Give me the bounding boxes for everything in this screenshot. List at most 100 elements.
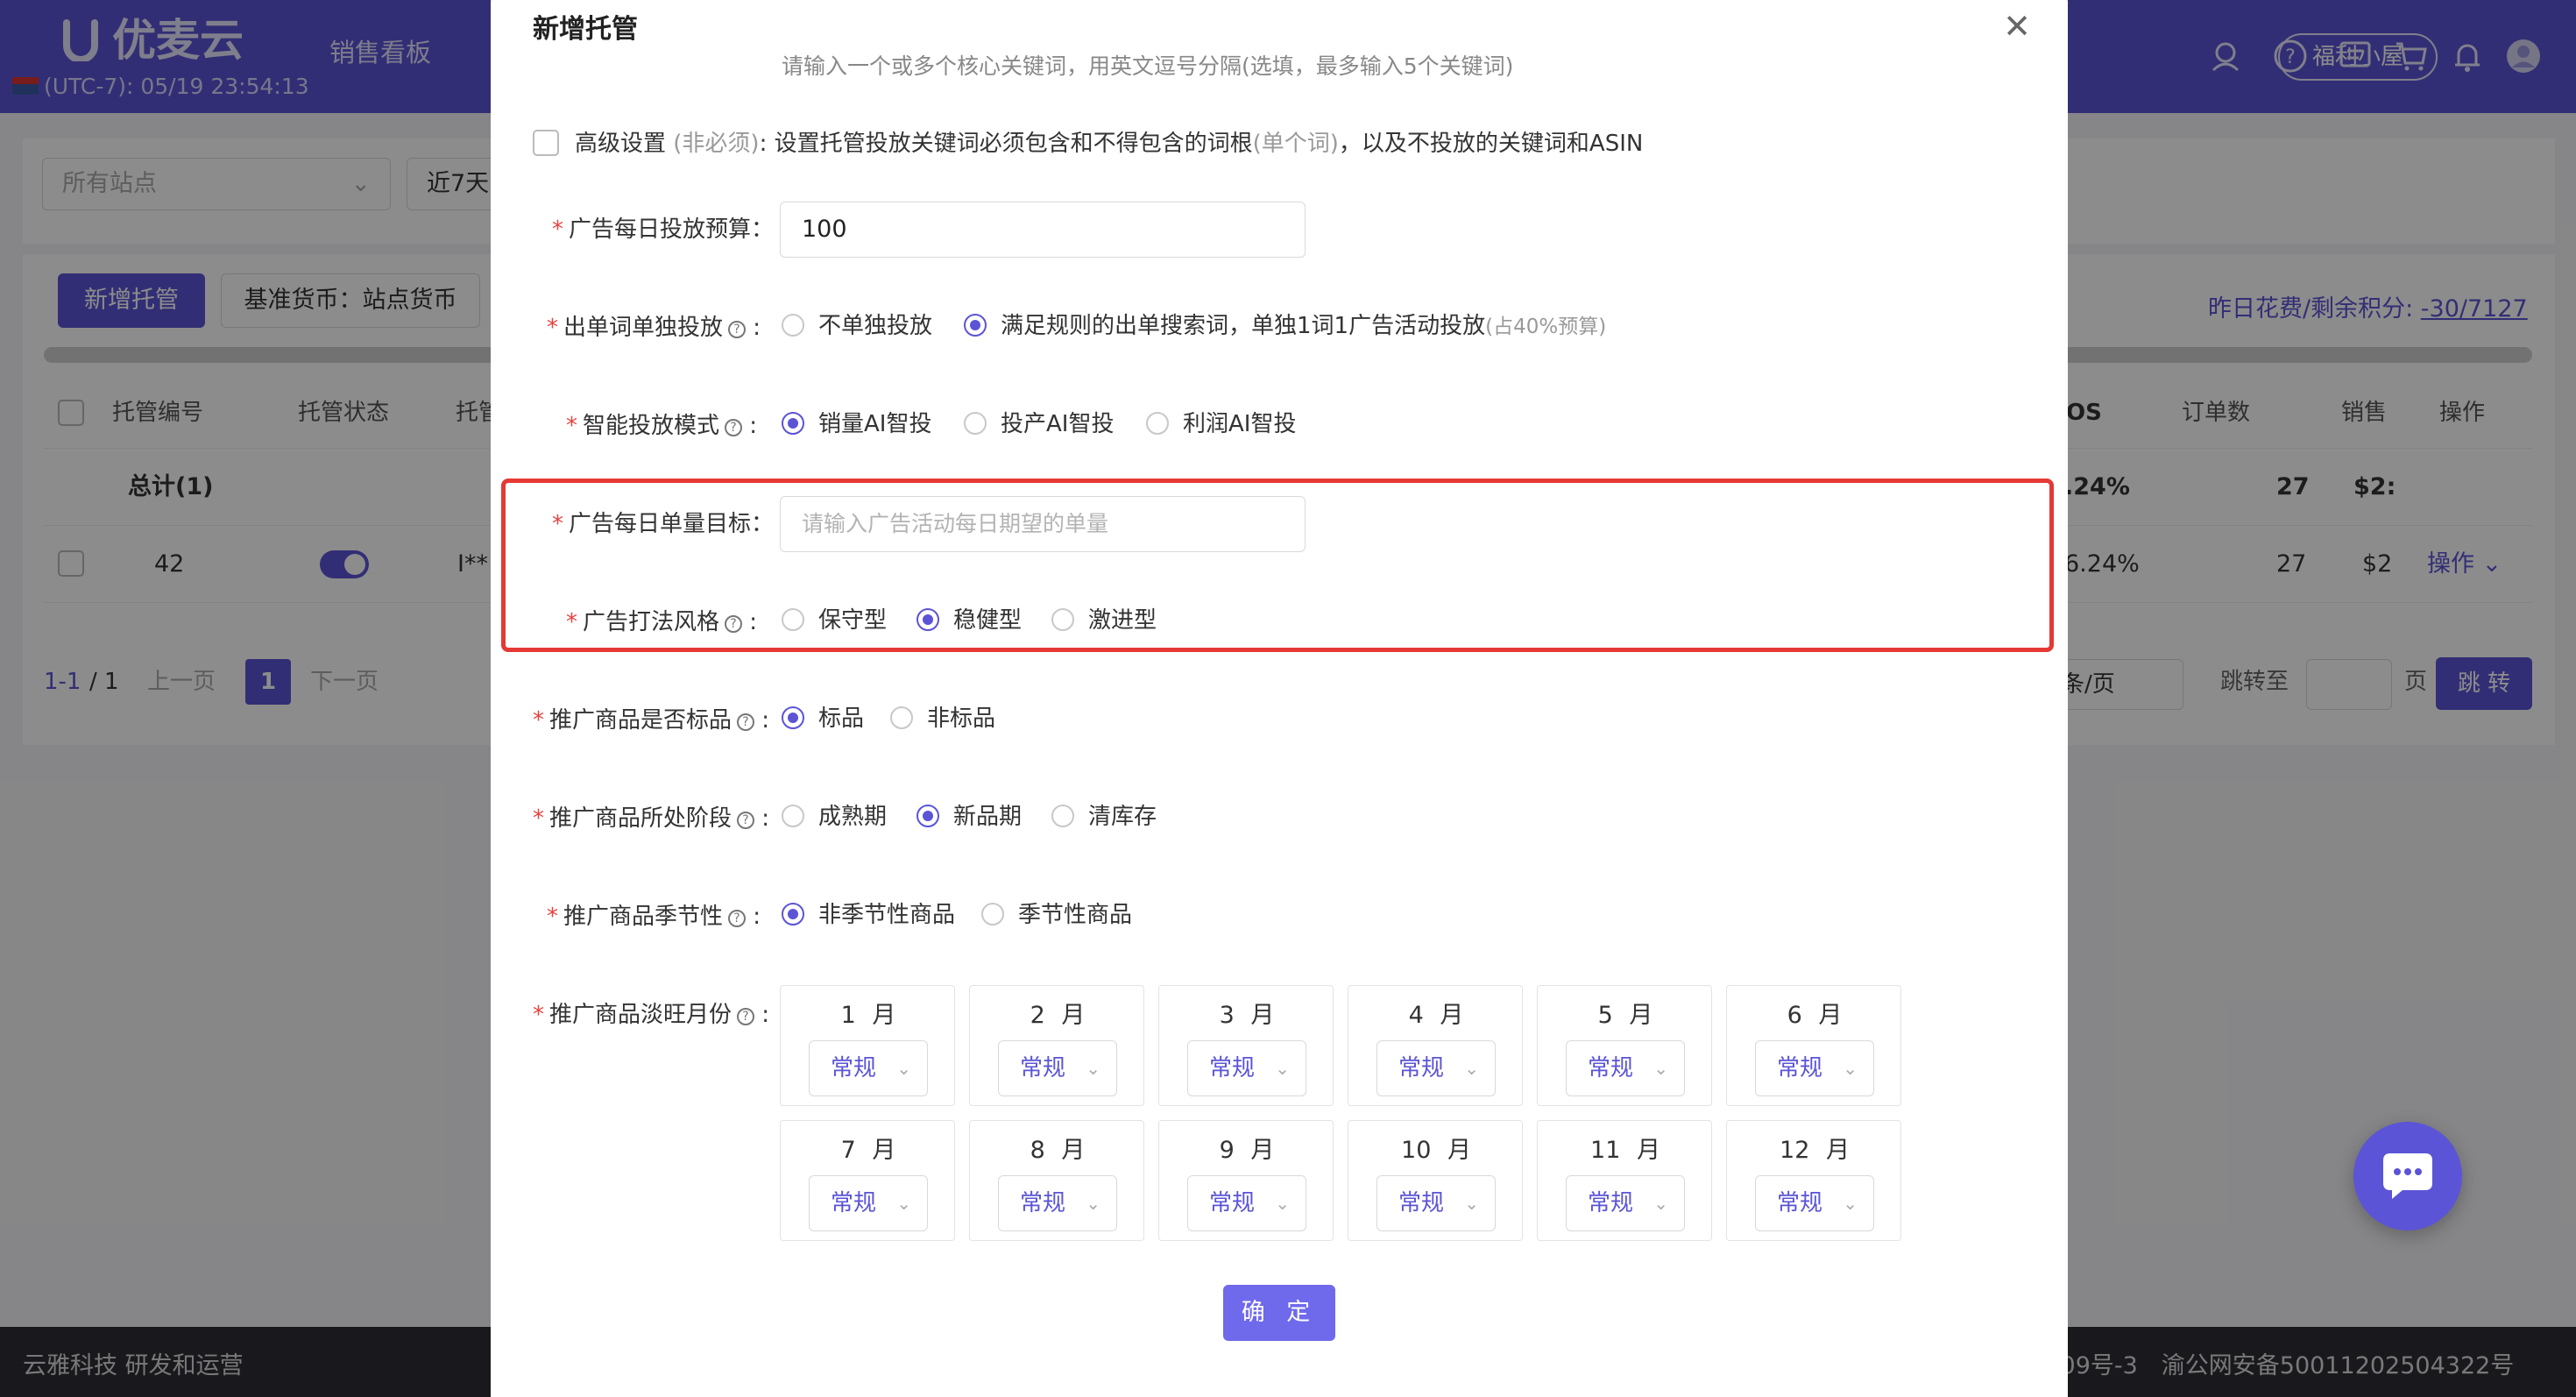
month-select[interactable]: 常规 ⌄ xyxy=(1566,1040,1685,1096)
month-select[interactable]: 常规 ⌄ xyxy=(1376,1175,1496,1231)
help-circle-icon[interactable]: ? xyxy=(737,713,755,731)
advanced-optional: (非必须) xyxy=(673,131,760,157)
ai-mode-radio-1[interactable] xyxy=(964,412,987,435)
single-word-option-1[interactable]: 满足规则的出单搜索词，单独1词1广告活动投放(占40%预算) xyxy=(1001,308,1606,344)
month-select-value: 常规 xyxy=(831,1190,877,1216)
month-label: 4 月 xyxy=(1408,1002,1464,1029)
confirm-button[interactable]: 确 定 xyxy=(1223,1285,1335,1341)
month-select[interactable]: 常规 ⌄ xyxy=(1755,1175,1874,1231)
month-label: 12 月 xyxy=(1780,1137,1850,1164)
chevron-down-icon: ⌄ xyxy=(896,1193,911,1214)
month-cell: 8 月常规 ⌄ xyxy=(969,1120,1144,1241)
add-managed-modal: 新增托管 ✕ 请输入一个或多个核心关键词，用英文逗号分隔(选填，最多输入5个关键… xyxy=(491,0,2068,1397)
seasonality-radio-0[interactable] xyxy=(782,903,804,925)
single-word-label-text: 出单词单独投放 xyxy=(563,315,724,341)
month-select[interactable]: 常规 ⌄ xyxy=(1376,1040,1496,1096)
style-label: * 广告打法风格? : xyxy=(566,609,758,635)
stage-radio-1[interactable] xyxy=(916,805,939,827)
standard-label-text: 推广商品是否标品 xyxy=(549,707,732,734)
help-circle-icon[interactable]: ? xyxy=(737,812,755,829)
style-option-1[interactable]: 稳健型 xyxy=(953,603,1022,638)
chevron-down-icon: ⌄ xyxy=(1086,1058,1100,1079)
month-select[interactable]: 常规 ⌄ xyxy=(998,1040,1117,1096)
close-icon[interactable]: ✕ xyxy=(1998,7,2036,46)
ai-mode-radio-0[interactable] xyxy=(782,412,804,435)
help-circle-icon[interactable]: ? xyxy=(725,615,743,633)
month-select-value: 常规 xyxy=(1209,1055,1256,1081)
seasonality-label-text: 推广商品季节性 xyxy=(563,904,724,930)
ai-mode-label: * 智能投放模式? : xyxy=(566,413,758,439)
seasonality-radio-1[interactable] xyxy=(981,903,1004,925)
advanced-desc-b: (单个词) xyxy=(1252,131,1339,157)
chevron-down-icon: ⌄ xyxy=(1464,1193,1479,1214)
month-cell: 10 月常规 ⌄ xyxy=(1348,1120,1523,1241)
advanced-settings-label[interactable]: 高级设置 (非必须): 设置托管投放关键词必须包含和不得包含的词根(单个词)，以… xyxy=(575,126,1643,161)
style-option-0[interactable]: 保守型 xyxy=(818,603,887,638)
stage-radio-2[interactable] xyxy=(1051,805,1074,827)
month-select-value: 常规 xyxy=(1588,1190,1634,1216)
month-cell: 12 月常规 ⌄ xyxy=(1726,1120,1901,1241)
style-option-2[interactable]: 激进型 xyxy=(1088,603,1157,638)
chevron-down-icon: ⌄ xyxy=(1843,1193,1858,1214)
advanced-settings-checkbox[interactable] xyxy=(533,130,559,156)
daily-orders-label: * 广告每日单量目标： xyxy=(552,511,775,537)
stage-label-text: 推广商品所处阶段 xyxy=(549,805,732,832)
single-word-option-0[interactable]: 不单独投放 xyxy=(818,308,932,344)
standard-option-1[interactable]: 非标品 xyxy=(927,701,995,736)
month-select[interactable]: 常规 ⌄ xyxy=(1187,1175,1306,1231)
month-select[interactable]: 常规 ⌄ xyxy=(1566,1175,1685,1231)
style-radio-1[interactable] xyxy=(916,608,939,631)
month-cell: 7 月常规 ⌄ xyxy=(780,1120,955,1241)
month-select-value: 常规 xyxy=(1777,1190,1823,1216)
standard-radio-0[interactable] xyxy=(782,706,804,729)
month-select[interactable]: 常规 ⌄ xyxy=(998,1175,1117,1231)
ai-mode-option-0[interactable]: 销量AI智投 xyxy=(818,407,931,442)
seasonality-label: * 推广商品季节性? : xyxy=(547,904,761,930)
seasonality-option-1[interactable]: 季节性商品 xyxy=(1018,897,1132,933)
help-circle-icon[interactable]: ? xyxy=(725,419,743,436)
ai-mode-option-2[interactable]: 利润AI智投 xyxy=(1183,407,1296,442)
stage-option-2[interactable]: 清库存 xyxy=(1088,799,1157,834)
month-select[interactable]: 常规 ⌄ xyxy=(809,1175,928,1231)
chevron-down-icon: ⌄ xyxy=(1464,1058,1479,1079)
style-radio-0[interactable] xyxy=(782,608,804,631)
advanced-desc-a: : 设置托管投放关键词必须包含和不得包含的词根 xyxy=(759,131,1253,157)
single-word-label: * 出单词单独投放? : xyxy=(547,315,761,341)
month-cell: 1 月常规 ⌄ xyxy=(780,985,955,1106)
seasonality-option-0[interactable]: 非季节性商品 xyxy=(818,897,955,933)
month-select[interactable]: 常规 ⌄ xyxy=(1187,1040,1306,1096)
help-circle-icon[interactable]: ? xyxy=(728,321,747,338)
month-label: 8 月 xyxy=(1030,1137,1086,1164)
month-label: 7 月 xyxy=(840,1137,896,1164)
month-label: 6 月 xyxy=(1787,1002,1843,1029)
month-label: 10 月 xyxy=(1401,1137,1471,1164)
standard-radio-1[interactable] xyxy=(890,706,913,729)
month-select-value: 常规 xyxy=(1209,1190,1256,1216)
chevron-down-icon: ⌄ xyxy=(1275,1058,1290,1079)
budget-label: * 广告每日投放预算： xyxy=(552,216,775,243)
budget-input[interactable]: 100 xyxy=(780,202,1306,258)
style-radio-2[interactable] xyxy=(1051,608,1074,631)
style-label-text: 广告打法风格 xyxy=(583,609,720,635)
month-label: 9 月 xyxy=(1219,1137,1275,1164)
ai-mode-option-1[interactable]: 投产AI智投 xyxy=(1001,407,1114,442)
month-cell: 6 月常规 ⌄ xyxy=(1726,985,1901,1106)
month-select[interactable]: 常规 ⌄ xyxy=(809,1040,928,1096)
chat-button[interactable] xyxy=(2353,1122,2462,1230)
single-word-radio-0[interactable] xyxy=(782,314,804,337)
daily-orders-input[interactable]: 请输入广告活动每日期望的单量 xyxy=(780,496,1306,552)
month-select-value: 常规 xyxy=(1398,1190,1445,1216)
chevron-down-icon: ⌄ xyxy=(896,1058,911,1079)
help-circle-icon[interactable]: ? xyxy=(737,1008,755,1025)
help-circle-icon[interactable]: ? xyxy=(728,910,747,927)
budget-label-text: 广告每日投放预算： xyxy=(569,216,775,243)
stage-option-1[interactable]: 新品期 xyxy=(953,799,1022,834)
month-label: 2 月 xyxy=(1030,1002,1086,1029)
stage-radio-0[interactable] xyxy=(782,805,804,827)
ai-mode-radio-2[interactable] xyxy=(1146,412,1169,435)
standard-option-0[interactable]: 标品 xyxy=(818,701,864,736)
month-select[interactable]: 常规 ⌄ xyxy=(1755,1040,1874,1096)
single-word-radio-1[interactable] xyxy=(964,314,987,337)
month-select-value: 常规 xyxy=(1398,1055,1445,1081)
stage-option-0[interactable]: 成熟期 xyxy=(818,799,887,834)
